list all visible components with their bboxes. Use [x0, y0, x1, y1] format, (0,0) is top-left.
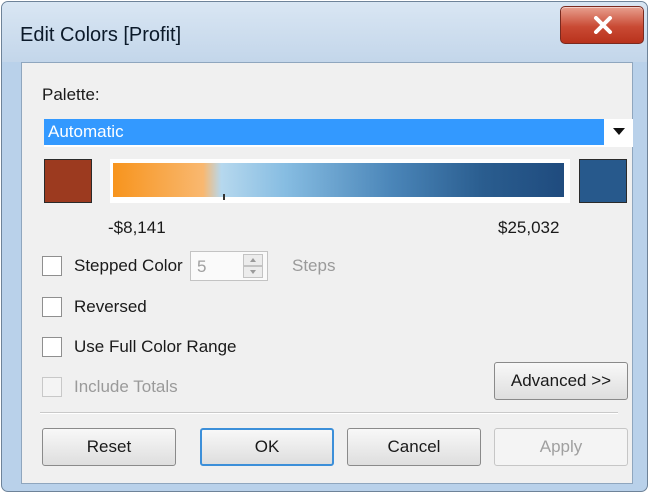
- gradient-bar: [113, 163, 564, 200]
- spin-up-icon: [250, 258, 256, 262]
- steps-value[interactable]: 5: [197, 257, 206, 277]
- gradient-zero-marker: [223, 194, 225, 200]
- start-color-swatch[interactable]: [44, 159, 92, 203]
- spin-buttons: [243, 254, 263, 278]
- chevron-down-icon[interactable]: [613, 128, 625, 136]
- advanced-button[interactable]: Advanced >>: [494, 362, 628, 400]
- ok-button[interactable]: OK: [200, 428, 334, 466]
- range-max-label: $25,032: [498, 218, 560, 237]
- steps-label: Steps: [292, 256, 336, 275]
- full-color-range-checkbox[interactable]: [42, 337, 62, 357]
- reset-button[interactable]: Reset: [42, 428, 176, 466]
- dialog-content: Palette: Automatic -$8,141 $25,032 Stepp…: [21, 62, 633, 484]
- spin-down-button[interactable]: [243, 266, 263, 278]
- palette-selected-value: Automatic: [44, 119, 604, 145]
- close-button[interactable]: [560, 6, 644, 44]
- palette-dropdown[interactable]: Automatic: [44, 119, 633, 147]
- divider: [40, 412, 618, 414]
- spin-up-button[interactable]: [243, 254, 263, 266]
- steps-spinner[interactable]: 5: [190, 251, 268, 281]
- color-gradient-preview: [110, 159, 570, 203]
- stepped-color-label: Stepped Color: [74, 256, 183, 275]
- range-min-label: -$8,141: [108, 218, 166, 237]
- close-icon: [594, 16, 612, 34]
- reversed-label: Reversed: [74, 297, 147, 316]
- spin-down-icon: [250, 270, 256, 274]
- dialog-title: Edit Colors [Profit]: [20, 24, 182, 46]
- include-totals-checkbox[interactable]: [42, 377, 62, 397]
- end-color-swatch[interactable]: [579, 159, 627, 203]
- edit-colors-dialog: Edit Colors [Profit] Palette: Automatic …: [1, 1, 648, 492]
- include-totals-label: Include Totals: [74, 377, 178, 396]
- cancel-button[interactable]: Cancel: [347, 428, 481, 466]
- palette-label: Palette:: [42, 85, 100, 104]
- reversed-checkbox[interactable]: [42, 297, 62, 317]
- stepped-color-checkbox[interactable]: [42, 256, 62, 276]
- full-color-range-label: Use Full Color Range: [74, 337, 237, 356]
- title-bar[interactable]: Edit Colors [Profit]: [2, 2, 647, 62]
- apply-button[interactable]: Apply: [494, 428, 628, 466]
